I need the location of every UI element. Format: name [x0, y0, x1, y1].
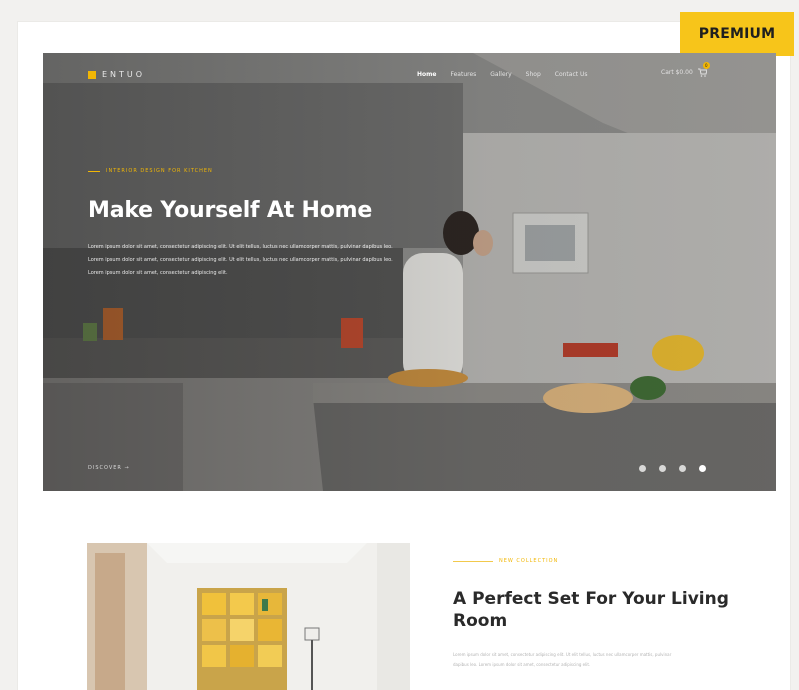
top-nav: ENTUO Home Features Gallery Shop Contact…	[43, 53, 776, 103]
kicker-line	[88, 170, 100, 172]
main-menu: Home Features Gallery Shop Contact Us	[417, 71, 588, 78]
logo-square-icon	[88, 70, 96, 79]
discover-link[interactable]: DISCOVER →	[88, 465, 130, 471]
nav-item-features[interactable]: Features	[450, 71, 476, 78]
nav-item-home[interactable]: Home	[417, 71, 436, 78]
cart-icon: 0	[697, 62, 710, 77]
hero-title: Make Yourself At Home	[88, 198, 373, 223]
brand-name: ENTUO	[102, 70, 146, 79]
site-logo[interactable]: ENTUO	[88, 70, 145, 79]
slider-dots	[639, 465, 706, 472]
slide-dot-4[interactable]	[699, 465, 706, 472]
nav-item-shop[interactable]: Shop	[526, 71, 541, 78]
hero-banner: ENTUO Home Features Gallery Shop Contact…	[43, 53, 776, 491]
section-kicker-text: NEW COLLECTION	[499, 558, 559, 564]
living-room-photo	[87, 543, 410, 690]
nav-item-contact[interactable]: Contact Us	[555, 71, 588, 78]
cart-button[interactable]: Cart $0.00 0	[661, 62, 710, 77]
cart-label: Cart $0.00	[661, 69, 693, 76]
section-title: A Perfect Set For Your Living Room	[453, 589, 729, 631]
nav-item-gallery[interactable]: Gallery	[490, 71, 511, 78]
slide-dot-1[interactable]	[639, 465, 646, 472]
premium-badge: PREMIUM	[680, 12, 794, 56]
hero-description: Lorem ipsum dolor sit amet, consectetur …	[88, 244, 393, 276]
hero-kicker-text: INTERIOR DESIGN FOR KITCHEN	[106, 168, 213, 174]
section-kicker: NEW COLLECTION	[453, 558, 558, 564]
hero-kicker: INTERIOR DESIGN FOR KITCHEN	[88, 168, 213, 174]
slide-dot-3[interactable]	[679, 465, 686, 472]
cart-count-badge: 0	[702, 62, 710, 69]
section-kicker-line	[453, 560, 493, 562]
premium-label: PREMIUM	[698, 26, 776, 42]
slide-dot-2[interactable]	[659, 465, 666, 472]
section-description: Lorem ipsum dolor sit amet, consectetur …	[453, 652, 672, 667]
living-room-illustration	[87, 543, 410, 690]
